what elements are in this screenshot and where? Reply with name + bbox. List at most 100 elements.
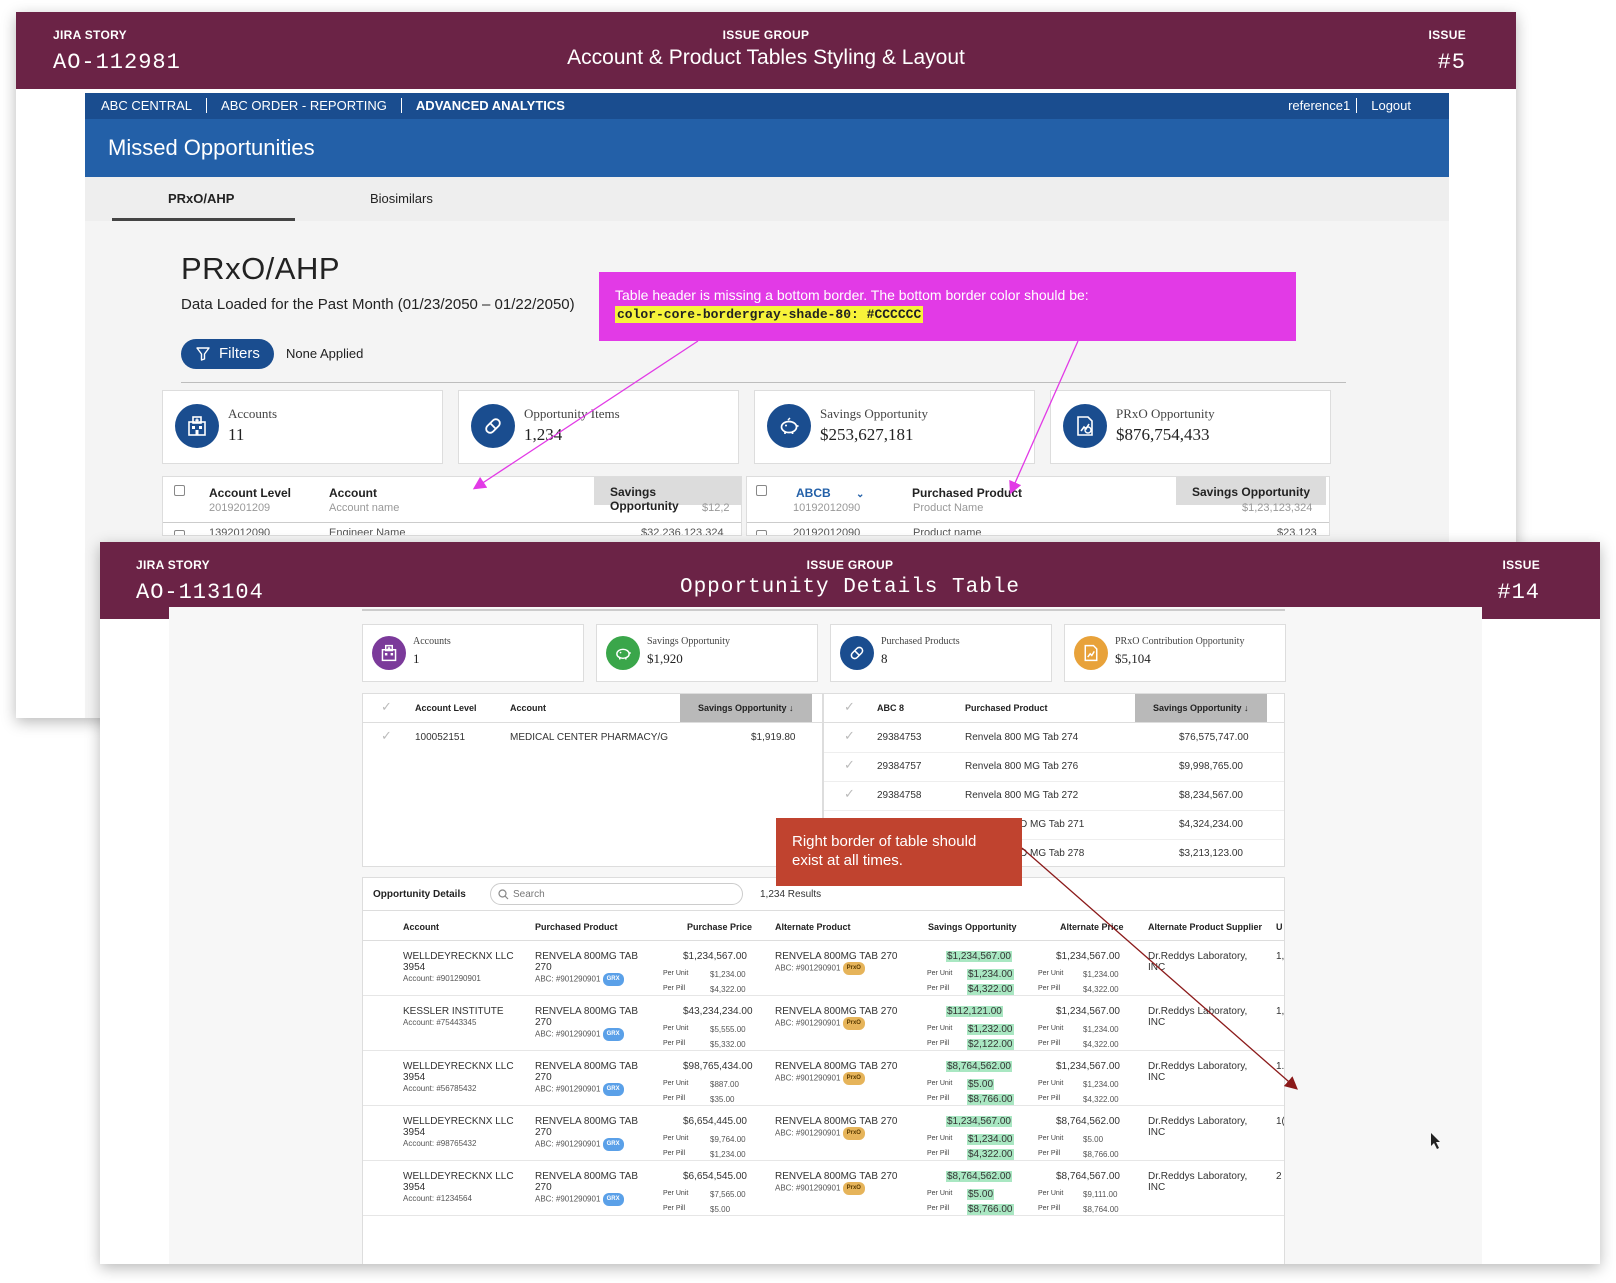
product-abc: ABC: #901290901	[535, 1194, 601, 1204]
prxo-badge: PrxO	[842, 962, 865, 975]
col-u[interactable]: U	[1276, 922, 1283, 932]
select-all-checkbox[interactable]: ✓	[381, 699, 392, 715]
alternate-price: $1,234,567.00	[1056, 951, 1120, 962]
prxo-badge: PrxO	[842, 1127, 865, 1140]
account-number: Account: #901290901	[403, 974, 481, 983]
kpi-value: 11	[228, 425, 245, 444]
account-cell: WELLDEYRECKNX LLC 3954 Account: #1234564	[403, 1171, 514, 1204]
per-unit-label: Per Unit	[927, 1190, 953, 1197]
supplier-cell: Dr.Reddys Laboratory, INC	[1148, 1116, 1247, 1138]
row-checkbox[interactable]: ✓	[381, 728, 392, 744]
select-all-checkbox[interactable]	[174, 485, 185, 496]
nav-advanced-analytics[interactable]: ADVANCED ANALYTICS	[402, 98, 579, 113]
nav-abc-central[interactable]: ABC CENTRAL	[101, 98, 208, 113]
col-purchased-product[interactable]: Purchased Product	[965, 703, 1048, 713]
col-alternate-product[interactable]: Alternate Product	[775, 922, 851, 932]
row-checkbox[interactable]: ✓	[844, 757, 855, 773]
col-account[interactable]: Account	[510, 703, 546, 713]
row-checkbox[interactable]: ✓	[844, 728, 855, 744]
select-all-checkbox[interactable]: ✓	[844, 699, 855, 715]
table-cell: $12,2	[702, 502, 730, 514]
col-savings-opportunity[interactable]: Savings Opportunity	[928, 922, 1017, 932]
account-name-cont: 3954	[403, 1072, 426, 1083]
col-account-level[interactable]: Account Level	[415, 703, 477, 713]
user-name[interactable]: reference1	[1274, 98, 1358, 113]
col-abc8[interactable]: ABC 8	[877, 703, 904, 713]
row-checkbox[interactable]	[756, 530, 767, 535]
row-divider	[163, 522, 741, 523]
section-title: PRxO/AHP	[181, 251, 341, 286]
filters-button[interactable]: Filters	[181, 339, 274, 369]
col-abcb-dropdown[interactable]: ABCB ⌄	[796, 486, 864, 500]
tab-biosimilars[interactable]: Biosimilars	[370, 191, 433, 206]
per-pill-label: Per Pill	[663, 1205, 686, 1212]
table-row[interactable]: WELLDEYRECKNX LLC 3954 Account: #98765432 R…	[363, 1106, 1284, 1161]
per-unit-label: Per Unit	[663, 1135, 689, 1142]
per-pill-label: Per Pill	[927, 985, 950, 992]
col-savings-opportunity[interactable]: Savings Opportunity ↓	[1135, 694, 1267, 722]
supplier-name: Dr.Reddys Laboratory,	[1148, 1061, 1248, 1072]
alternate-per-unit: $1,234.00	[1083, 1080, 1119, 1089]
alternate-product-cell: RENVELA 800MG TAB 270 ABC: #901290901 Prx…	[775, 1116, 897, 1140]
per-pill-label: Per Pill	[927, 1040, 950, 1047]
col-purchase-price[interactable]: Purchase Price	[687, 922, 752, 932]
logout-link[interactable]: Logout	[1357, 98, 1425, 113]
u-cell: 1,	[1276, 1006, 1285, 1017]
product-cell: RENVELA 800MG TAB 270 ABC: #901290901 GRX	[535, 1061, 638, 1096]
product-cell: RENVELA 800MG TAB 270 ABC: #901290901 GRX	[535, 1171, 638, 1206]
col-account-level[interactable]: Account Level	[209, 486, 291, 500]
supplier-name: Dr.Reddys Laboratory,	[1148, 951, 1248, 962]
per-pill-label: Per Pill	[1038, 1040, 1061, 1047]
u-cell: 1.	[1276, 1061, 1285, 1072]
piggy-bank-icon	[767, 404, 811, 448]
product-name: RENVELA 800MG TAB	[535, 1061, 639, 1072]
per-unit-label: Per Unit	[927, 1135, 953, 1142]
table-cell: D MG Tab 271	[1020, 819, 1085, 830]
col-alternate-price[interactable]: Alternate Price	[1060, 922, 1124, 932]
col-account[interactable]: Account	[403, 922, 439, 932]
col-purchased-product[interactable]: Purchased Product	[912, 486, 1022, 500]
row-divider	[747, 522, 1329, 523]
per-pill-label: Per Pill	[927, 1205, 950, 1212]
col-alternate-supplier[interactable]: Alternate Product Supplier	[1148, 922, 1262, 932]
tab-prxo-ahp[interactable]: PRxO/AHP	[168, 191, 234, 206]
nav-abc-order-reporting[interactable]: ABC ORDER - REPORTING	[207, 98, 402, 113]
table-cell: 100052151	[415, 732, 466, 743]
filters-button-label: Filters	[219, 345, 260, 362]
prxo-badge: PrxO	[842, 1072, 865, 1085]
account-table: Account Level Account Savings Opportunit…	[162, 476, 742, 536]
account-cell: KESSLER INSTITUTE Account: #75443345	[403, 1006, 504, 1028]
table-cell: Renvela 800 MG Tab 272	[965, 790, 1079, 801]
alternate-price: $1,234,567.00	[1056, 1006, 1120, 1017]
col-savings-opportunity[interactable]: Savings Opportunity	[1176, 477, 1327, 505]
purchase-price: $43,234,234.00	[683, 1006, 753, 1017]
per-unit-label: Per Unit	[1038, 1080, 1064, 1087]
table-row[interactable]: WELLDEYRECKNX LLC 3954 Account: #1234564 RE…	[363, 1161, 1284, 1216]
savings-opportunity: $1,234,567.00	[946, 1116, 1012, 1127]
col-savings-opportunity[interactable]: Savings Opportunity	[594, 477, 741, 513]
select-all-checkbox[interactable]	[756, 485, 767, 496]
supplier-name: Dr.Reddys Laboratory,	[1148, 1171, 1248, 1182]
kpi-savings-opportunity: Savings Opportunity $253,627,181	[754, 390, 1035, 464]
alternate-per-pill: $4,322.00	[1083, 1040, 1119, 1049]
supplier-cell: Dr.Reddys Laboratory, INC	[1148, 1171, 1247, 1193]
product-cell: RENVELA 800MG TAB 270 ABC: #901290901 GRX	[535, 951, 638, 986]
details-title: Opportunity Details	[373, 889, 466, 900]
issue-label: ISSUE	[1428, 28, 1466, 42]
table-row[interactable]: WELLDEYRECKNX LLC 3954 Account: #901290901…	[363, 941, 1284, 996]
col-account[interactable]: Account	[329, 486, 377, 500]
col-purchased-product[interactable]: Purchased Product	[535, 922, 618, 932]
alternate-product-name: RENVELA 800MG TAB 270	[775, 1006, 898, 1017]
col-savings-opportunity[interactable]: Savings Opportunity ↓	[680, 694, 812, 722]
search-input[interactable]: Search	[490, 883, 743, 905]
row-checkbox[interactable]	[174, 530, 185, 535]
row-checkbox[interactable]: ✓	[844, 786, 855, 802]
table-cell: Product Name	[913, 502, 984, 514]
price-per-pill: $5,332.00	[710, 1040, 746, 1049]
callout-text: Table header is missing a bottom border.…	[615, 287, 1089, 303]
savings-per-pill: $4,322.00	[967, 1149, 1014, 1160]
table-row[interactable]: WELLDEYRECKNX LLC 3954 Account: #56785432 R…	[363, 1051, 1284, 1106]
table-cell: $76,575,747.00	[1179, 732, 1249, 743]
table-row[interactable]: KESSLER INSTITUTE Account: #75443345 RENVE…	[363, 996, 1284, 1051]
per-pill-label: Per Pill	[1038, 1095, 1061, 1102]
